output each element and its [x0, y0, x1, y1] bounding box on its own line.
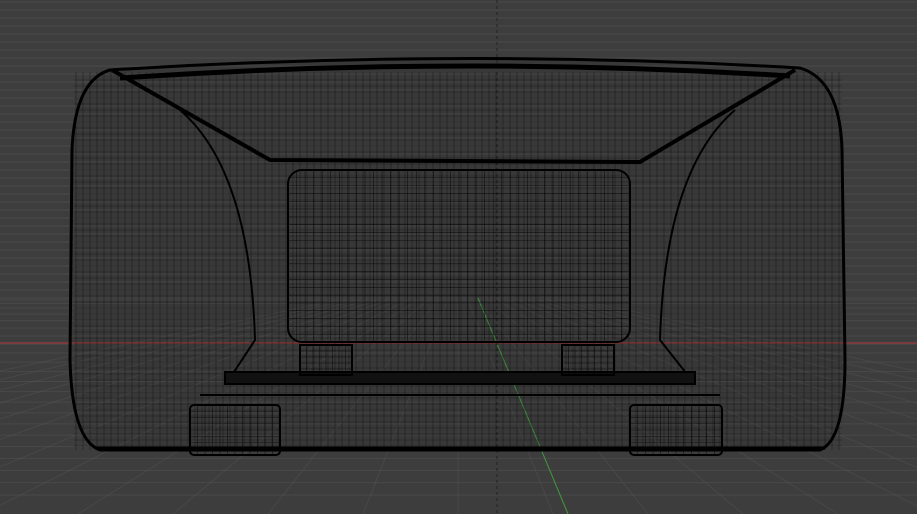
- 3d-viewport[interactable]: [0, 0, 917, 514]
- seat-back-panel: [287, 169, 631, 343]
- couch-body: [68, 56, 847, 452]
- viewport-canvas[interactable]: [0, 0, 917, 514]
- couch-wireframe-mesh[interactable]: [68, 56, 847, 456]
- seat-base-bar: [224, 371, 696, 385]
